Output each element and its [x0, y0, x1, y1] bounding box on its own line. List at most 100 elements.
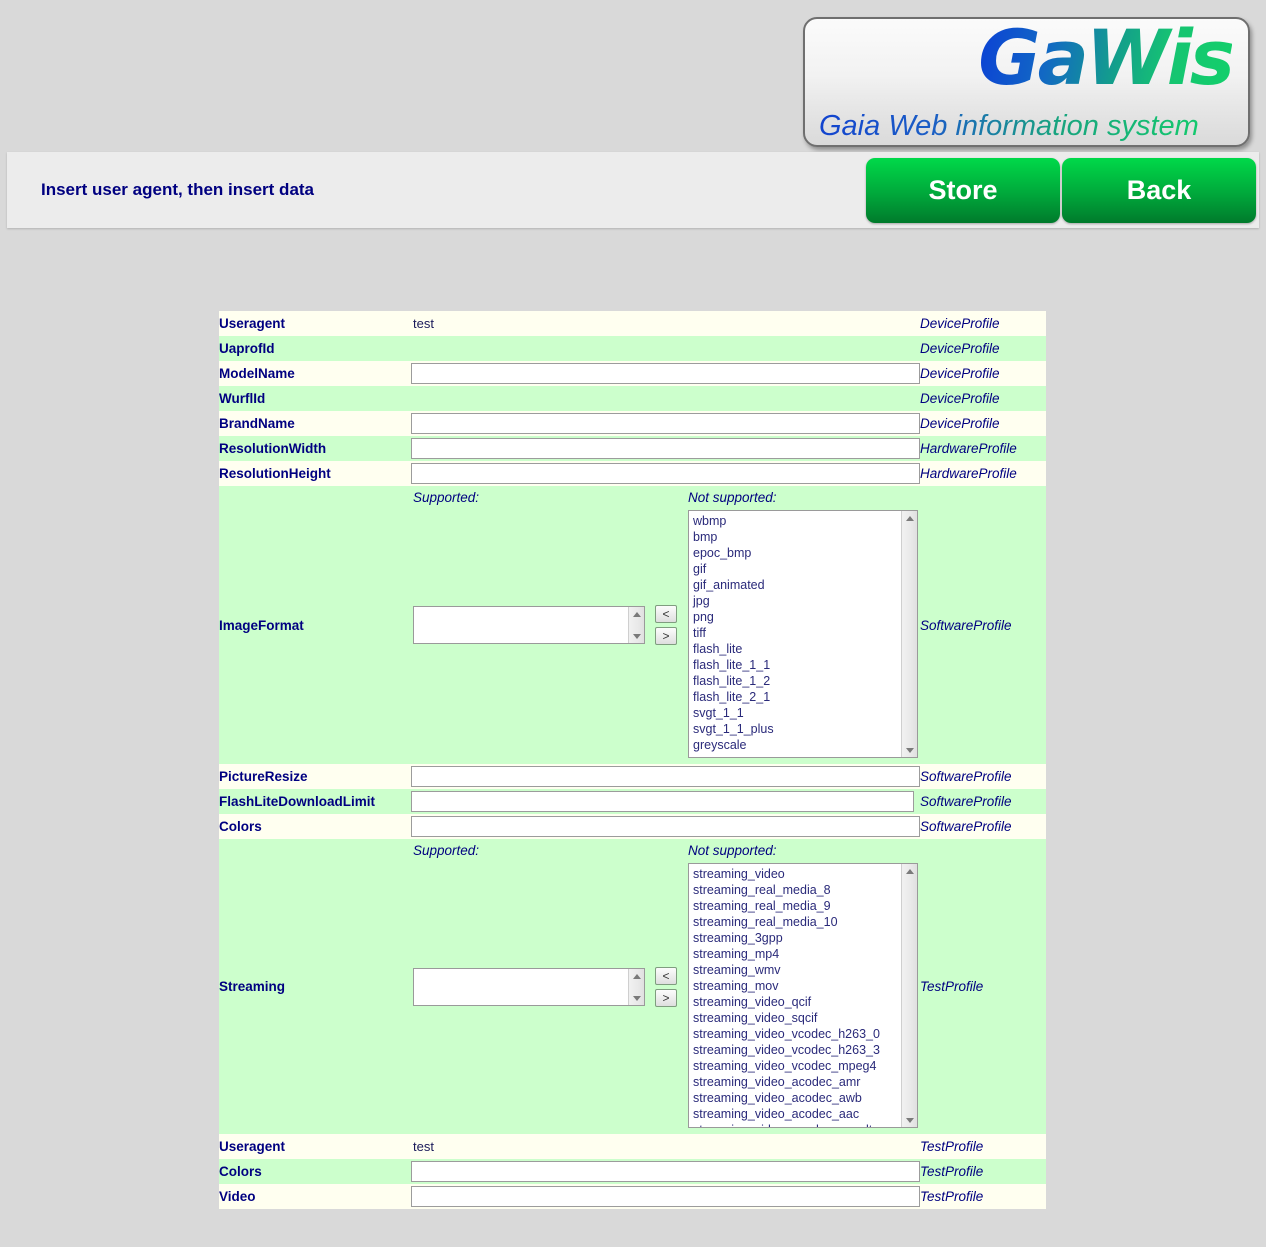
option-list — [414, 969, 644, 971]
input-resolutionwidth[interactable] — [411, 438, 920, 459]
page-title: Insert user agent, then insert data — [41, 180, 315, 199]
property-value-cell: Supported: Not supported: wbmp bmp epoc_bmp g… — [409, 486, 920, 764]
scroll-up-icon[interactable] — [902, 511, 917, 525]
table-row: ResolutionWidth HardwareProfile — [219, 436, 1046, 461]
logo-wordmark: GaWis — [978, 19, 1235, 102]
property-label: ModelName — [219, 361, 409, 386]
table-row: WurflId DeviceProfile — [219, 386, 1046, 411]
property-value-cell — [409, 1159, 920, 1184]
scroll-down-icon[interactable] — [902, 743, 917, 757]
scroll-up-icon[interactable] — [902, 864, 917, 878]
list-option[interactable]: streaming_video_vcodec_h263_3 — [693, 1042, 917, 1058]
table-row: Useragent test TestProfile — [219, 1134, 1046, 1159]
list-option[interactable]: streaming_wmv — [693, 962, 917, 978]
list-option[interactable]: streaming_real_media_10 — [693, 914, 917, 930]
list-option[interactable]: streaming_video_acodec_aac_ltp — [693, 1122, 917, 1127]
not-supported-label: Not supported: — [688, 490, 777, 505]
listbox-scrollbar[interactable] — [628, 969, 644, 1005]
list-option[interactable]: flash_lite — [693, 641, 917, 657]
list-option[interactable]: streaming_video_acodec_amr — [693, 1074, 917, 1090]
list-option[interactable]: jpg — [693, 593, 917, 609]
list-option[interactable]: greyscale — [693, 737, 917, 753]
list-option[interactable]: flash_lite_2_1 — [693, 689, 917, 705]
input-brandname[interactable] — [411, 413, 920, 434]
option-list: streaming_video streaming_real_media_8 str… — [689, 864, 917, 1127]
property-label: Streaming — [219, 839, 409, 1134]
list-option[interactable]: streaming_video_acodec_awb — [693, 1090, 917, 1106]
back-button[interactable]: Back — [1062, 158, 1256, 223]
streaming-supported-listbox[interactable] — [413, 968, 645, 1006]
scroll-down-icon[interactable] — [902, 1113, 917, 1127]
input-colors[interactable] — [411, 816, 920, 837]
list-option[interactable]: gif_animated — [693, 577, 917, 593]
profile-type: SoftwareProfile — [920, 814, 1046, 839]
list-option[interactable]: tiff — [693, 625, 917, 641]
list-option[interactable]: streaming_video_sqcif — [693, 1010, 917, 1026]
list-option[interactable]: wbmp — [693, 513, 917, 529]
listbox-scrollbar[interactable] — [628, 607, 644, 643]
property-value-cell: test — [409, 311, 920, 336]
list-option[interactable]: svgt_1_1_plus — [693, 721, 917, 737]
scroll-up-icon[interactable] — [629, 969, 644, 983]
list-option[interactable]: svgt_1_1 — [693, 705, 917, 721]
input-colors[interactable] — [411, 1161, 920, 1182]
imageformat-dual-list: Supported: Not supported: wbmp bmp epoc_bmp g… — [409, 486, 920, 764]
profile-type: TestProfile — [920, 1159, 1046, 1184]
property-label: PictureResize — [219, 764, 409, 789]
list-option[interactable]: streaming_video_acodec_aac — [693, 1106, 917, 1122]
streaming-not-supported-listbox[interactable]: streaming_video streaming_real_media_8 str… — [688, 863, 918, 1128]
move-right-button[interactable]: > — [655, 989, 677, 1007]
list-option[interactable]: streaming_mov — [693, 978, 917, 994]
input-video[interactable] — [411, 1186, 920, 1207]
move-left-button[interactable]: < — [655, 605, 677, 623]
list-option[interactable]: streaming_real_media_8 — [693, 882, 917, 898]
list-option[interactable]: streaming_video_vcodec_mpeg4 — [693, 1058, 917, 1074]
property-label: ImageFormat — [219, 486, 409, 764]
list-option[interactable]: streaming_video — [693, 866, 917, 882]
supported-label: Supported: — [413, 490, 480, 505]
imageformat-supported-listbox[interactable] — [413, 606, 645, 644]
profile-type: SoftwareProfile — [920, 764, 1046, 789]
property-value-cell — [409, 361, 920, 386]
property-value-cell — [409, 789, 920, 814]
list-option[interactable]: png — [693, 609, 917, 625]
listbox-scrollbar[interactable] — [901, 511, 917, 757]
property-value-cell: Supported: Not supported: streaming_video s… — [409, 839, 920, 1134]
list-option[interactable]: flash_lite_1_2 — [693, 673, 917, 689]
list-option[interactable]: flash_lite_1_1 — [693, 657, 917, 673]
table-row: Colors SoftwareProfile — [219, 814, 1046, 839]
list-option[interactable]: streaming_3gpp — [693, 930, 917, 946]
property-label: Useragent — [219, 1134, 409, 1159]
store-button[interactable]: Store — [866, 158, 1060, 223]
list-option[interactable]: epoc_bmp — [693, 545, 917, 561]
profile-type: DeviceProfile — [920, 361, 1046, 386]
table-row: Streaming Supported: Not supported: streami… — [219, 839, 1046, 1134]
input-resolutionheight[interactable] — [411, 463, 920, 484]
list-option[interactable]: streaming_video_vcodec_h263_0 — [693, 1026, 917, 1042]
property-label: UaprofId — [219, 336, 409, 361]
input-modelname[interactable] — [411, 363, 920, 384]
list-option[interactable]: streaming_mp4 — [693, 946, 917, 962]
input-pictureresize[interactable] — [411, 766, 920, 787]
profile-type: HardwareProfile — [920, 436, 1046, 461]
scroll-down-icon[interactable] — [629, 991, 644, 1005]
profile-type: HardwareProfile — [920, 461, 1046, 486]
list-option[interactable]: bmp — [693, 529, 917, 545]
input-flashlitedownloadlimit[interactable] — [411, 791, 914, 812]
property-value-cell — [409, 436, 920, 461]
listbox-scrollbar[interactable] — [901, 864, 917, 1127]
table-row: ModelName DeviceProfile — [219, 361, 1046, 386]
scroll-up-icon[interactable] — [629, 607, 644, 621]
list-option[interactable]: streaming_real_media_9 — [693, 898, 917, 914]
list-option[interactable]: streaming_video_qcif — [693, 994, 917, 1010]
profile-type: DeviceProfile — [920, 386, 1046, 411]
scroll-down-icon[interactable] — [629, 629, 644, 643]
property-value-cell — [409, 461, 920, 486]
property-label: Useragent — [219, 311, 409, 336]
table-row: FlashLiteDownloadLimit SoftwareProfile — [219, 789, 1046, 814]
list-option[interactable]: gif — [693, 561, 917, 577]
move-left-button[interactable]: < — [655, 967, 677, 985]
move-right-button[interactable]: > — [655, 627, 677, 645]
imageformat-not-supported-listbox[interactable]: wbmp bmp epoc_bmp gif gif_animated jpg png tiff… — [688, 510, 918, 758]
property-value-cell: test — [409, 1134, 920, 1159]
